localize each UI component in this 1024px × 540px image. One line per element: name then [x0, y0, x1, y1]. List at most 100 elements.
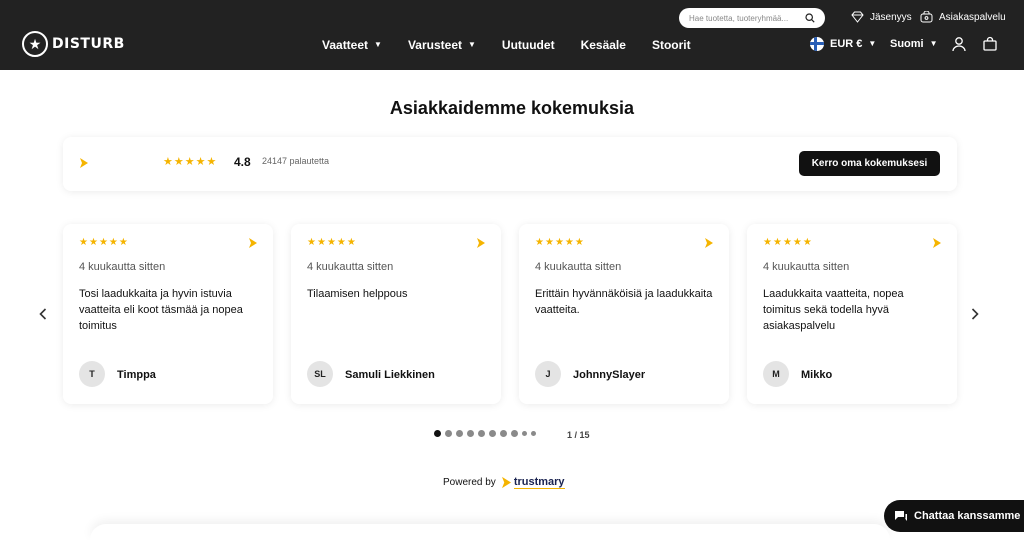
rating-summary: ★ ★ ★ ★ ★ 4.8 24147 palautetta Kerro oma…	[63, 137, 957, 191]
cart-icon[interactable]	[982, 36, 998, 52]
star-icon: ★	[326, 237, 336, 248]
review-author: JohnnySlayer	[573, 369, 646, 381]
star-icon: ★	[792, 237, 802, 248]
logo-text: DISTURB	[52, 36, 125, 52]
nav-item-uutuudet[interactable]: Uutuudet	[502, 38, 555, 52]
star-icon: ★	[108, 237, 118, 248]
carousel-dot[interactable]	[445, 430, 452, 437]
review-count: 24147 palautetta	[262, 156, 330, 166]
review-text: Laadukkaita vaatteita, nopea toimitus se…	[763, 288, 904, 332]
star-icon: ★	[802, 237, 812, 248]
star-icon: ★	[307, 237, 316, 248]
review-author: Timppa	[117, 369, 156, 381]
language-selector[interactable]: Suomi ▼	[890, 38, 938, 50]
trustmary-logo-icon	[933, 238, 941, 248]
trustmary-logo-icon	[477, 238, 485, 248]
search-bar[interactable]	[679, 8, 825, 28]
page-indicator: 1 / 15	[567, 430, 590, 440]
chevron-down-icon: ▼	[374, 40, 382, 49]
trustmary-link[interactable]: trustmary	[501, 476, 565, 489]
search-icon[interactable]	[804, 12, 816, 24]
summary-stars: ★ ★ ★ ★ ★	[163, 157, 216, 168]
review-stars: ★ ★ ★ ★ ★	[79, 238, 128, 248]
trustmary-logo-icon	[501, 476, 511, 489]
chat-button[interactable]: Chattaa kanssamme	[884, 500, 1024, 532]
review-time: 4 kuukautta sitten	[79, 261, 166, 273]
account-icon[interactable]	[951, 36, 967, 52]
nav-label: Vaatteet	[322, 38, 369, 52]
nav-item-kesaale[interactable]: Kesäale	[581, 38, 626, 52]
carousel-dot[interactable]	[531, 431, 536, 436]
chat-bubble-icon	[895, 511, 907, 521]
star-icon: ★	[346, 237, 356, 248]
chevron-right-icon	[971, 308, 979, 320]
nav-item-vaatteet[interactable]: Vaatteet ▼	[322, 38, 382, 52]
finland-flag-icon	[810, 37, 824, 51]
review-stars: ★ ★ ★ ★ ★	[763, 238, 812, 248]
avatar: M	[763, 361, 789, 387]
star-icon: ★	[163, 156, 173, 168]
carousel-prev-button[interactable]	[35, 306, 51, 322]
star-icon: ★	[206, 156, 217, 168]
chevron-down-icon: ▼	[929, 39, 938, 48]
powered-by-label: Powered by	[443, 477, 496, 488]
review-card[interactable]: ★ ★ ★ ★ ★ 4 kuukautta sitten Tosi laadukkait…	[63, 224, 273, 404]
review-time: 4 kuukautta sitten	[763, 261, 850, 273]
avatar: T	[79, 361, 105, 387]
membership-link[interactable]: Jäsenyys	[851, 11, 912, 23]
nav-label: Stoorit	[651, 38, 691, 52]
carousel-dot[interactable]	[434, 430, 441, 437]
membership-label: Jäsenyys	[870, 11, 912, 23]
carousel-dot[interactable]	[467, 430, 474, 437]
currency-label: EUR €	[830, 38, 863, 50]
customer-service-link[interactable]: Asiakaspalvelu	[920, 11, 1006, 23]
review-card[interactable]: ★ ★ ★ ★ ★ 4 kuukautta sitten Erittäin hyvänn…	[519, 224, 729, 404]
carousel-dot[interactable]	[456, 430, 463, 437]
language-label: Suomi	[890, 38, 924, 50]
carousel-dot[interactable]	[511, 430, 518, 437]
logo[interactable]: ★ DISTURB	[22, 31, 125, 57]
carousel-next-button[interactable]	[967, 306, 983, 322]
main-nav: Vaatteet ▼ Varusteet ▼ Uutuudet Kesäale …	[322, 38, 691, 52]
currency-selector[interactable]: EUR € ▼	[810, 37, 876, 51]
carousel-dot[interactable]	[478, 430, 485, 437]
search-input[interactable]	[689, 13, 804, 23]
star-icon: ★	[195, 156, 206, 168]
star-icon: ★	[535, 237, 544, 248]
star-icon: ★	[782, 237, 792, 248]
review-author: Samuli Liekkinen	[345, 369, 435, 381]
carousel-dot[interactable]	[522, 431, 527, 436]
powered-by: Powered by trustmary	[443, 476, 565, 489]
average-rating: 4.8	[234, 155, 251, 169]
trustmary-logo-icon	[249, 238, 257, 248]
review-time: 4 kuukautta sitten	[307, 261, 394, 273]
star-icon: ★	[184, 156, 195, 168]
trustmary-brand: trustmary	[513, 476, 565, 489]
carousel-dots	[434, 430, 536, 437]
carousel-dot[interactable]	[489, 430, 496, 437]
review-card[interactable]: ★ ★ ★ ★ ★ 4 kuukautta sitten Tilaamisen help…	[291, 224, 501, 404]
star-icon: ★	[336, 237, 346, 248]
review-card[interactable]: ★ ★ ★ ★ ★ 4 kuukautta sitten Laadukkaita vaa…	[747, 224, 957, 404]
nav-item-stoorit[interactable]: Stoorit	[652, 38, 691, 52]
chevron-down-icon: ▼	[467, 40, 476, 49]
star-icon: ★	[118, 237, 128, 248]
review-text: Tosi laadukkaita ja hyvin istuvia vaatte…	[79, 288, 243, 332]
star-icon: ★	[79, 237, 88, 248]
write-review-button[interactable]: Kerro oma kokemuksesi	[799, 151, 940, 176]
chat-label: Chattaa kanssamme	[914, 510, 1021, 522]
avatar: J	[535, 361, 561, 387]
review-stars: ★ ★ ★ ★ ★	[307, 238, 356, 248]
chevron-down-icon: ▼	[868, 39, 877, 48]
star-icon: ★	[316, 237, 326, 248]
review-author: Mikko	[801, 369, 833, 381]
star-icon: ★	[574, 237, 584, 248]
site-header: ★ DISTURB Jäsenyys Asiakaspalvelu Vaatte…	[0, 0, 1024, 70]
nav-label: Kesäale	[580, 38, 626, 52]
star-icon: ★	[554, 237, 564, 248]
trustmary-logo-icon	[705, 238, 713, 248]
nav-item-varusteet[interactable]: Varusteet ▼	[408, 38, 476, 52]
nav-label: Uutuudet	[501, 38, 555, 52]
carousel-dot[interactable]	[500, 430, 507, 437]
chevron-left-icon	[39, 308, 47, 320]
